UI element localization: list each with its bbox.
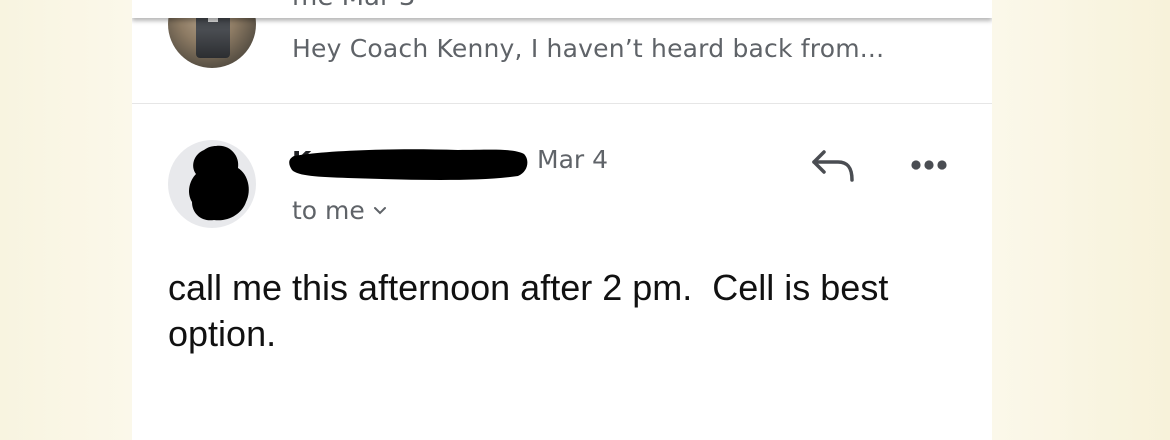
message-date: Mar 4	[537, 145, 609, 174]
redaction-scribble-avatar	[189, 145, 249, 221]
previous-sender-line: me Mar 3	[292, 0, 415, 12]
previous-message-snippet: Hey Coach Kenny, I haven’t heard back fr…	[292, 34, 885, 63]
message-divider	[132, 103, 992, 104]
previous-message-card[interactable]: me Mar 3 Hey Coach Kenny, I haven’t hear…	[132, 0, 992, 103]
sender-avatar[interactable]	[168, 140, 256, 228]
email-thread-view: me Mar 3 Hey Coach Kenny, I haven’t hear…	[132, 0, 992, 440]
recipient-toggle[interactable]: to me	[292, 196, 387, 225]
more-horizontal-icon	[911, 160, 947, 170]
sender-name-redaction	[289, 149, 528, 180]
reply-arrow-icon	[812, 150, 854, 182]
recipient-label: to me	[292, 196, 365, 225]
more-options-button[interactable]	[904, 150, 954, 180]
message-body: call me this afternoon after 2 pm. Cell …	[168, 267, 899, 354]
reply-button[interactable]	[808, 144, 860, 188]
chevron-down-icon	[373, 206, 386, 214]
sticky-header-strip: me Mar 3	[132, 0, 992, 18]
